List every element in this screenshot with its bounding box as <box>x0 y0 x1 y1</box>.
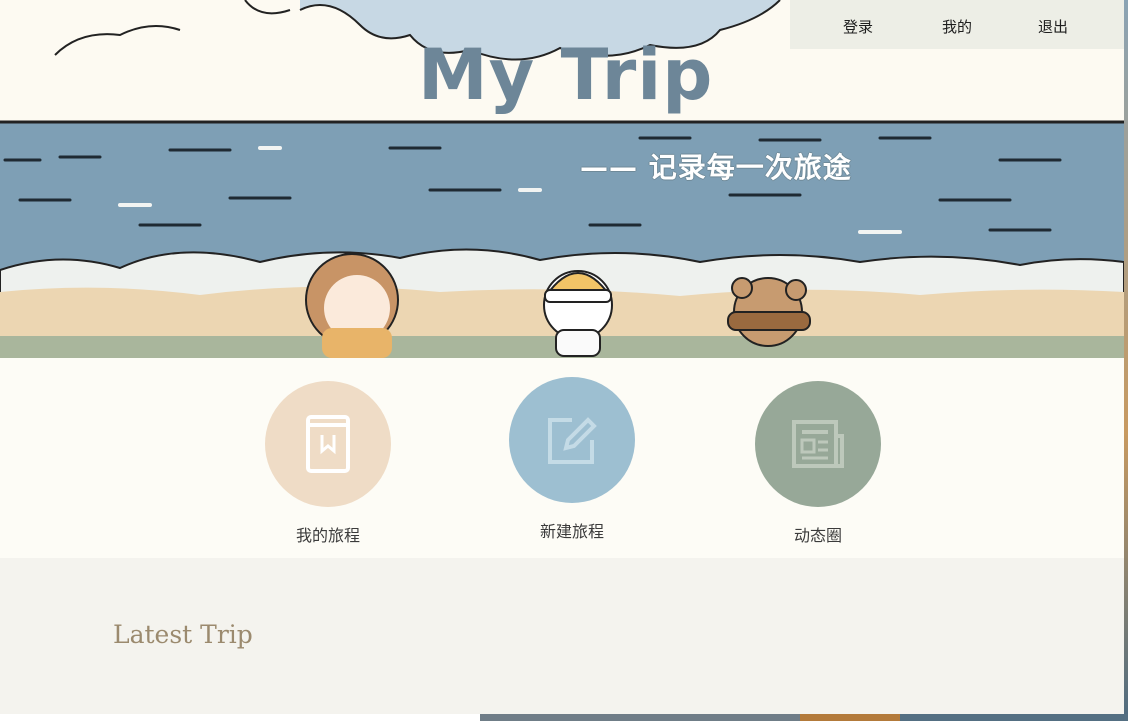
moments-circle[interactable] <box>755 381 881 507</box>
top-nav: 登录 我的 退出 <box>790 0 1124 49</box>
my-trips-button[interactable]: 我的旅程 <box>258 381 398 546</box>
nav-login-link[interactable]: 登录 <box>843 16 873 37</box>
moments-label: 动态圈 <box>793 526 842 545</box>
site-title: My Trip <box>418 34 714 116</box>
nav-mine-link[interactable]: 我的 <box>942 16 972 37</box>
hero-banner: My Trip —— 记录每一次旅途 <box>0 0 1124 358</box>
window-edge <box>1124 0 1128 721</box>
site-tagline: —— 记录每一次旅途 <box>580 151 852 184</box>
new-trip-circle[interactable] <box>509 377 635 503</box>
latest-trip-heading: Latest Trip <box>113 620 253 649</box>
my-trips-label: 我的旅程 <box>295 526 360 545</box>
new-trip-button[interactable]: 新建旅程 <box>502 377 642 542</box>
moments-button[interactable]: 动态圈 <box>748 381 888 546</box>
bottom-strip <box>0 714 1128 721</box>
news-icon <box>792 420 844 468</box>
feature-row: 我的旅程 新建旅程 动态圈 <box>0 358 1124 558</box>
edit-icon <box>548 417 597 464</box>
nav-logout-link[interactable]: 退出 <box>1038 16 1068 37</box>
my-trips-circle[interactable] <box>265 381 391 507</box>
book-icon <box>306 415 350 473</box>
new-trip-label: 新建旅程 <box>539 522 604 541</box>
latest-section: Latest Trip <box>0 558 1124 714</box>
